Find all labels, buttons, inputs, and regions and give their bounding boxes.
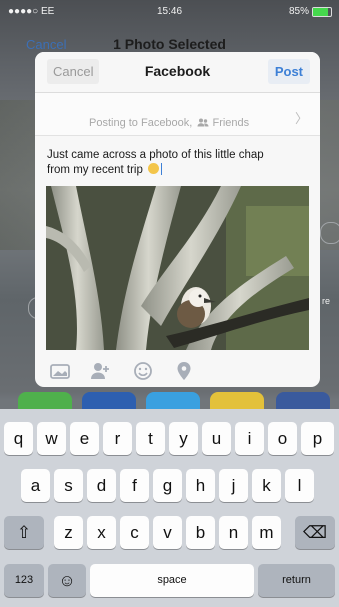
key-o[interactable]: o xyxy=(268,422,297,455)
location-icon[interactable] xyxy=(173,360,195,382)
shift-key-icon[interactable]: ⇧ xyxy=(4,516,44,549)
key-t[interactable]: t xyxy=(136,422,165,455)
key-y[interactable]: y xyxy=(169,422,198,455)
background-side-label: re xyxy=(322,296,331,306)
emoji-key-icon[interactable]: ☺ xyxy=(48,564,86,597)
composer-toolbar xyxy=(35,355,320,387)
key-f[interactable]: f xyxy=(120,469,149,502)
key-u[interactable]: u xyxy=(202,422,231,455)
background-title: 1 Photo Selected xyxy=(113,36,226,52)
chevron-right-icon: 〉 xyxy=(294,111,308,126)
posting-to-label: Posting to Facebook, Friends xyxy=(89,117,249,129)
numbers-key[interactable]: 123 xyxy=(4,564,44,597)
post-button[interactable]: Post xyxy=(267,59,310,84)
key-v[interactable]: v xyxy=(153,516,182,549)
tag-friends-icon[interactable] xyxy=(89,360,111,382)
audience-selector[interactable]: Posting to Facebook, Friends 〉 xyxy=(35,93,320,136)
facebook-share-sheet: Cancel Facebook Post Posting to Facebook… xyxy=(35,52,320,387)
text-cursor xyxy=(161,163,163,175)
key-j[interactable]: j xyxy=(219,469,248,502)
keyboard: q w e r t y u i o p a s d f g h j k l ⇧ … xyxy=(0,409,339,607)
key-q[interactable]: q xyxy=(4,422,33,455)
key-n[interactable]: n xyxy=(219,516,248,549)
key-i[interactable]: i xyxy=(235,422,264,455)
battery-icon xyxy=(312,7,332,17)
key-d[interactable]: d xyxy=(87,469,116,502)
battery-percent: 85% xyxy=(288,6,309,17)
background-select-icon xyxy=(320,222,339,244)
key-m[interactable]: m xyxy=(252,516,281,549)
message-line-1: Just came across a photo of this little … xyxy=(47,149,264,161)
space-key[interactable]: space xyxy=(90,564,254,597)
grinning-face-emoji-icon xyxy=(148,163,160,174)
key-p[interactable]: p xyxy=(301,422,334,455)
feeling-icon[interactable] xyxy=(132,360,154,382)
photo-icon[interactable] xyxy=(49,360,71,382)
key-r[interactable]: r xyxy=(103,422,132,455)
key-c[interactable]: c xyxy=(120,516,149,549)
return-key[interactable]: return xyxy=(258,564,335,597)
key-x[interactable]: x xyxy=(87,516,116,549)
key-w[interactable]: w xyxy=(37,422,66,455)
key-e[interactable]: e xyxy=(70,422,99,455)
message-line-2: from my recent trip xyxy=(47,164,143,176)
key-h[interactable]: h xyxy=(186,469,215,502)
friends-icon xyxy=(197,118,209,127)
delete-key-icon[interactable]: ⌫ xyxy=(295,516,335,549)
audience-label: Friends xyxy=(212,117,250,129)
key-z[interactable]: z xyxy=(54,516,83,549)
key-s[interactable]: s xyxy=(54,469,83,502)
key-b[interactable]: b xyxy=(186,516,215,549)
kookaburra-tree-photo xyxy=(46,186,309,350)
message-input[interactable]: Just came across a photo of this little … xyxy=(47,148,307,178)
sheet-header: Cancel Facebook Post xyxy=(35,52,320,93)
key-k[interactable]: k xyxy=(252,469,281,502)
attached-photo[interactable] xyxy=(46,186,309,350)
key-l[interactable]: l xyxy=(285,469,314,502)
key-g[interactable]: g xyxy=(153,469,182,502)
status-bar: ●●●●○ EE 15:46 85% xyxy=(0,0,339,22)
posting-to-text: Posting to Facebook, xyxy=(89,117,193,129)
key-a[interactable]: a xyxy=(21,469,50,502)
